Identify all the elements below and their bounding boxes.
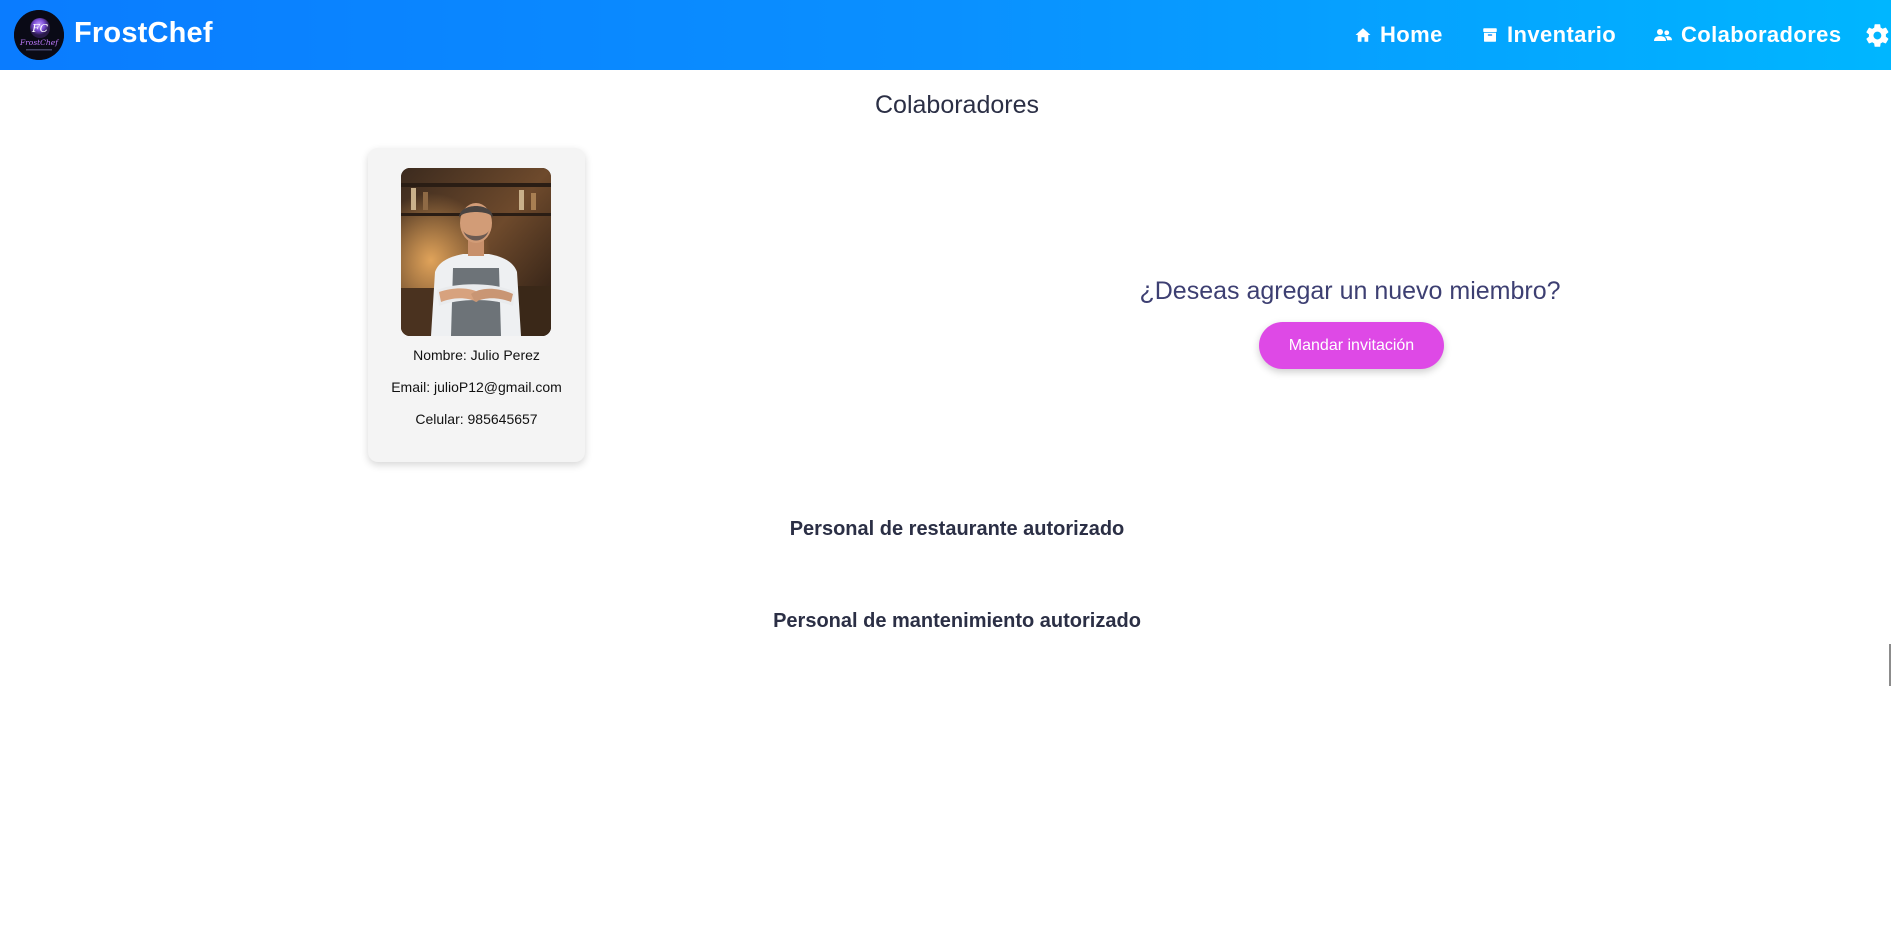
people-icon: [1654, 29, 1672, 41]
brand-name[interactable]: FrostChef: [74, 17, 213, 50]
nav-home-label: Home: [1380, 22, 1443, 47]
nav-home[interactable]: Home: [1354, 19, 1443, 51]
maintenance-staff-heading: Personal de mantenimiento autorizado: [773, 610, 1141, 632]
chef-portrait-image: [401, 168, 551, 336]
collaborator-photo: [401, 168, 551, 336]
collaborator-phone: Celular: 985645657: [415, 411, 538, 427]
top-navbar: FC FrostChef FrostChef Home Inventario C…: [0, 0, 1891, 70]
nav-inventario[interactable]: Inventario: [1481, 19, 1616, 51]
svg-text:FrostChef: FrostChef: [19, 38, 59, 47]
invite-question: ¿Deseas agregar un nuevo miembro?: [1139, 277, 1561, 305]
frostchef-logo[interactable]: FC FrostChef: [14, 10, 64, 60]
settings-button[interactable]: [1864, 22, 1891, 49]
nav-colaboradores-label: Colaboradores: [1681, 22, 1842, 47]
archive-icon: [1483, 28, 1497, 42]
collaborator-name: Nombre: Julio Perez: [413, 347, 540, 363]
send-invitation-button[interactable]: Mandar invitación: [1259, 322, 1444, 369]
gear-icon: [1866, 24, 1889, 47]
restaurant-staff-heading: Personal de restaurante autorizado: [789, 518, 1125, 540]
nav-inventario-label: Inventario: [1507, 22, 1617, 47]
collaborator-email: Email: julioP12@gmail.com: [391, 379, 562, 395]
collaborator-card: Nombre: Julio Perez Email: julioP12@gmai…: [368, 148, 585, 462]
svg-text:FC: FC: [31, 22, 49, 35]
home-icon: [1355, 28, 1371, 42]
nav-colaboradores[interactable]: Colaboradores: [1653, 19, 1841, 51]
page-title: Colaboradores: [875, 91, 1039, 119]
logo-graphic: FC FrostChef: [14, 10, 64, 60]
